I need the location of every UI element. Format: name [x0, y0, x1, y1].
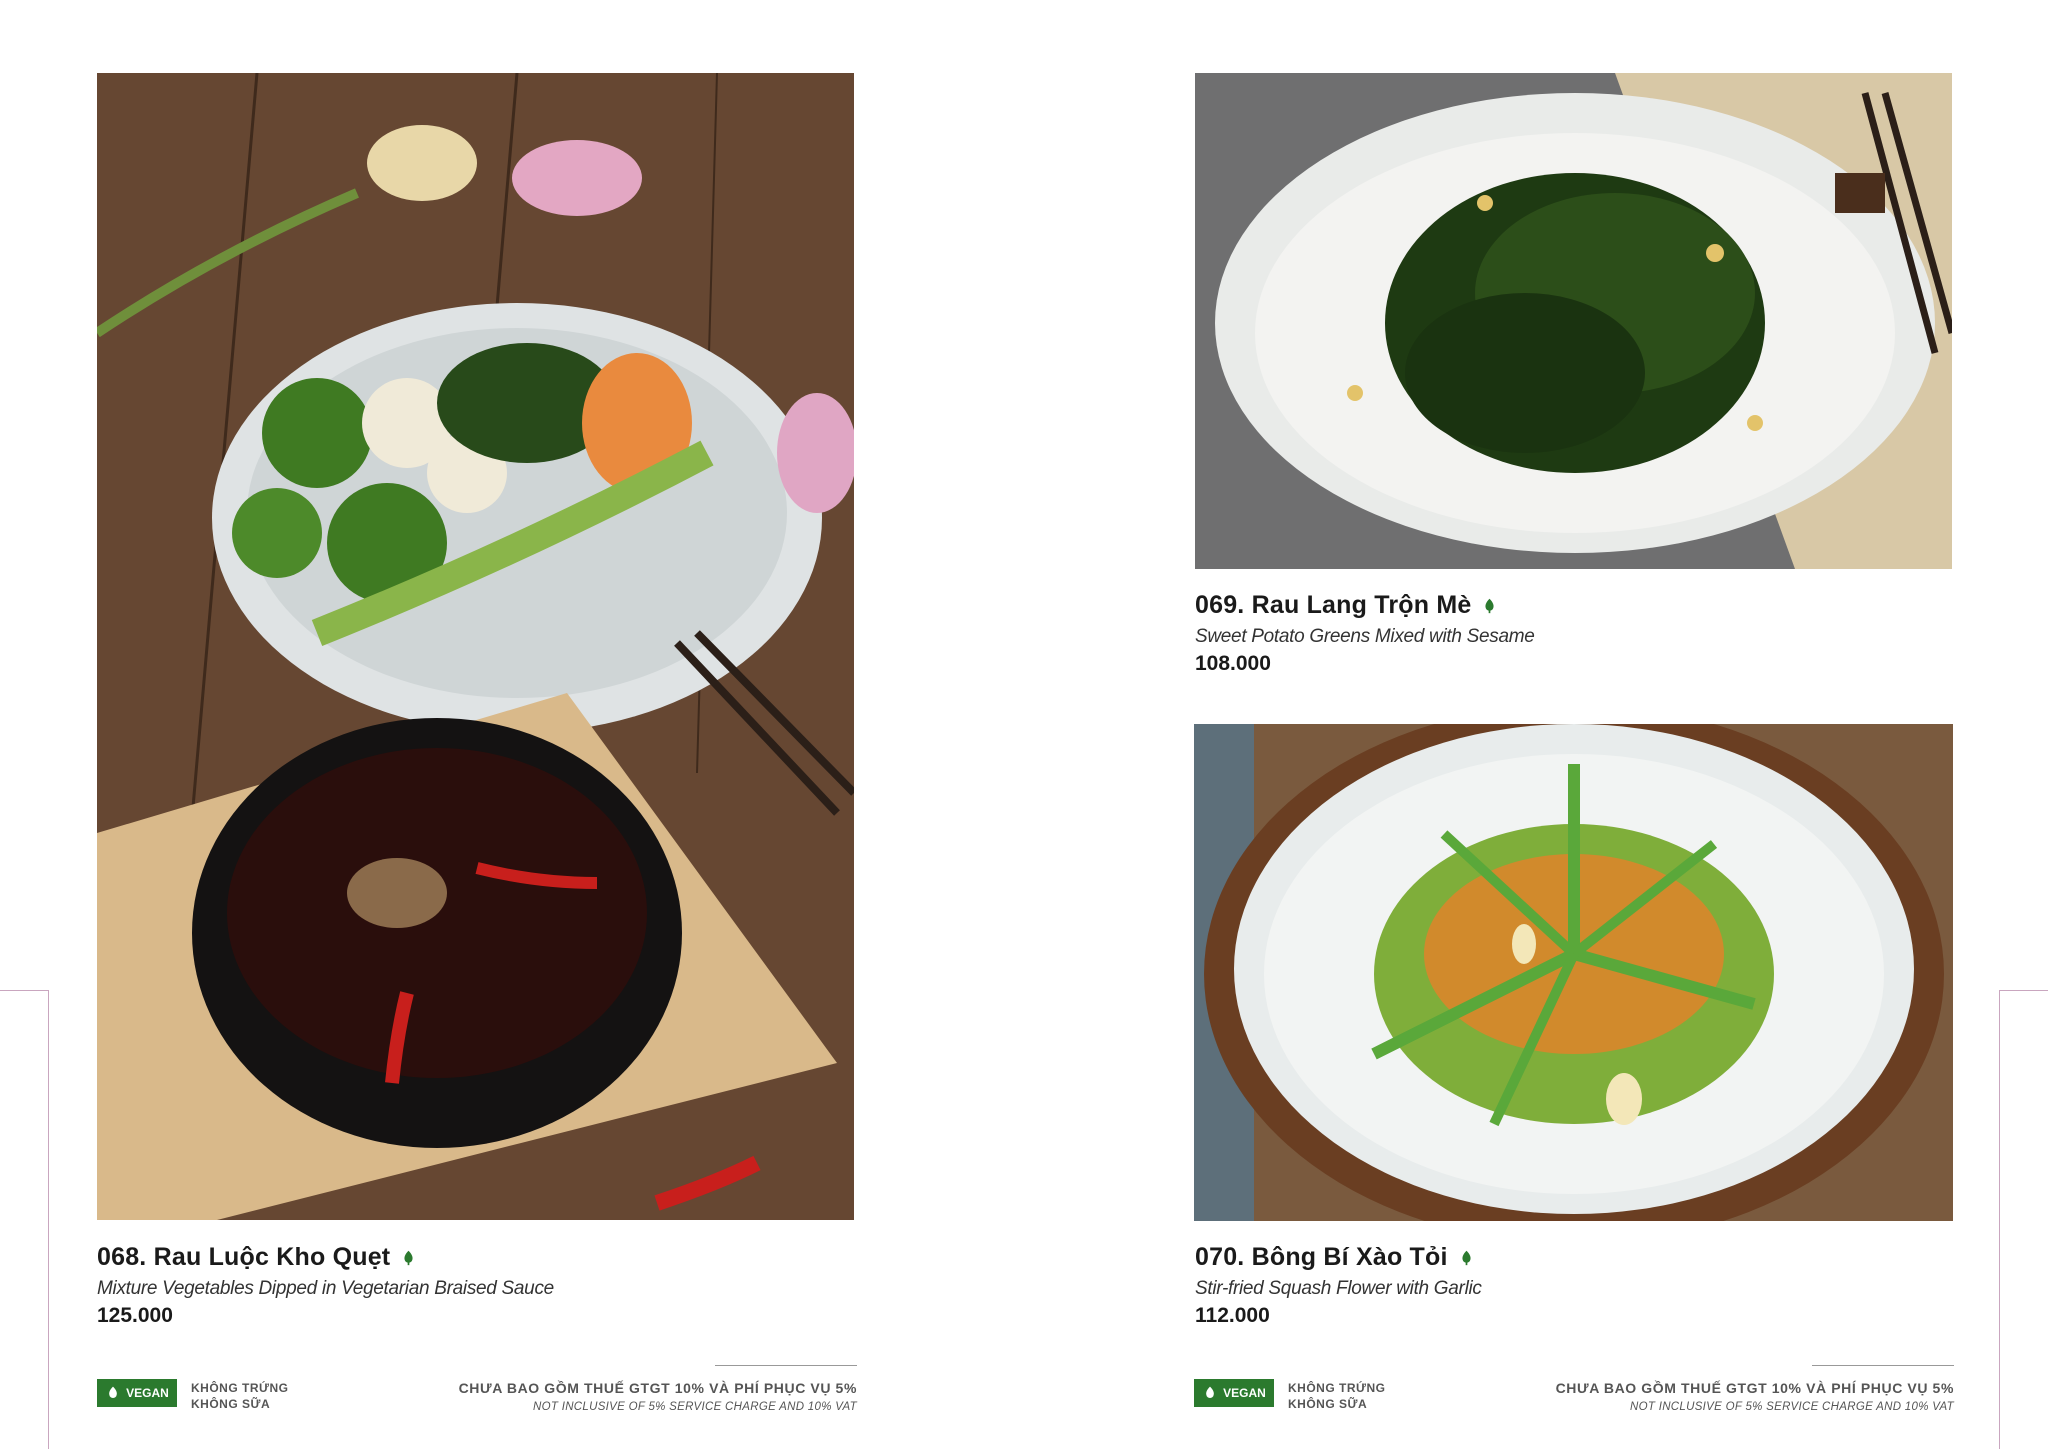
menu-footer: VEGAN KHÔNG TRỨNG KHÔNG SỮA CHƯA BAO GỒM…	[97, 1365, 857, 1425]
dish-name: 070. Bông Bí Xào Tỏi	[1195, 1243, 1482, 1272]
vegan-leaf-icon	[1462, 1250, 1471, 1266]
vegan-leaf-icon	[1485, 598, 1495, 614]
tax-note-vn: CHƯA BAO GỒM THUẾ GTGT 10% VÀ PHÍ PHỤC V…	[458, 1380, 857, 1396]
dish-069: 069. Rau Lang Trộn Mè Sweet Potato Green…	[1195, 591, 1535, 676]
diet-note-line1: KHÔNG TRỨNG	[191, 1381, 289, 1395]
dish-name: 069. Rau Lang Trộn Mè	[1195, 591, 1535, 620]
vegan-badge: VEGAN	[97, 1379, 177, 1407]
divider	[715, 1365, 857, 1366]
menu-footer: VEGAN KHÔNG TRỨNG KHÔNG SỮA CHƯA BAO GỒM…	[1194, 1365, 1954, 1425]
menu-page-left: 068. Rau Luộc Kho Quẹt Mixture Vegetable…	[0, 0, 1024, 1448]
diet-note-line1: KHÔNG TRỨNG	[1288, 1381, 1386, 1395]
vegan-leaf-icon	[109, 1386, 117, 1398]
dish-description: Stir-fried Squash Flower with Garlic	[1195, 1278, 1482, 1299]
dish-name-text: 070. Bông Bí Xào Tỏi	[1195, 1243, 1448, 1271]
dish-photo-070	[1194, 724, 1953, 1221]
dish-price: 112.000	[1195, 1304, 1270, 1327]
tax-note-en: NOT INCLUSIVE OF 5% SERVICE CHARGE AND 1…	[533, 1401, 857, 1413]
vegan-badge: VEGAN	[1194, 1379, 1274, 1407]
dish-068: 068. Rau Luộc Kho Quẹt Mixture Vegetable…	[97, 1243, 554, 1328]
dish-description: Sweet Potato Greens Mixed with Sesame	[1195, 626, 1535, 647]
vegan-badge-label: VEGAN	[126, 1386, 169, 1400]
menu-page-right: 069. Rau Lang Trộn Mè Sweet Potato Green…	[1024, 0, 2048, 1448]
divider	[1812, 1365, 1954, 1366]
tax-note-vn: CHƯA BAO GỒM THUẾ GTGT 10% VÀ PHÍ PHỤC V…	[1555, 1380, 1954, 1396]
dish-070: 070. Bông Bí Xào Tỏi Stir-fried Squash F…	[1195, 1243, 1482, 1328]
diet-note: KHÔNG TRỨNG KHÔNG SỮA	[191, 1380, 288, 1412]
dish-name: 068. Rau Luộc Kho Quẹt	[97, 1243, 554, 1272]
dish-name-text: 069. Rau Lang Trộn Mè	[1195, 591, 1472, 619]
vegan-leaf-icon	[404, 1250, 413, 1266]
dish-name-text: 068. Rau Luộc Kho Quẹt	[97, 1243, 391, 1271]
dish-price: 108.000	[1195, 652, 1271, 675]
diet-note-line2: KHÔNG SỮA	[1288, 1397, 1368, 1411]
dish-photo-069	[1195, 73, 1952, 569]
dish-price: 125.000	[97, 1304, 173, 1327]
vegan-leaf-icon	[1206, 1386, 1214, 1398]
diet-note-line2: KHÔNG SỮA	[191, 1397, 271, 1411]
diet-note: KHÔNG TRỨNG KHÔNG SỮA	[1288, 1380, 1385, 1412]
dish-description: Mixture Vegetables Dipped in Vegetarian …	[97, 1278, 554, 1299]
tax-note-en: NOT INCLUSIVE OF 5% SERVICE CHARGE AND 1…	[1630, 1401, 1954, 1413]
dish-photo-068	[97, 73, 854, 1220]
vegan-badge-label: VEGAN	[1223, 1386, 1266, 1400]
